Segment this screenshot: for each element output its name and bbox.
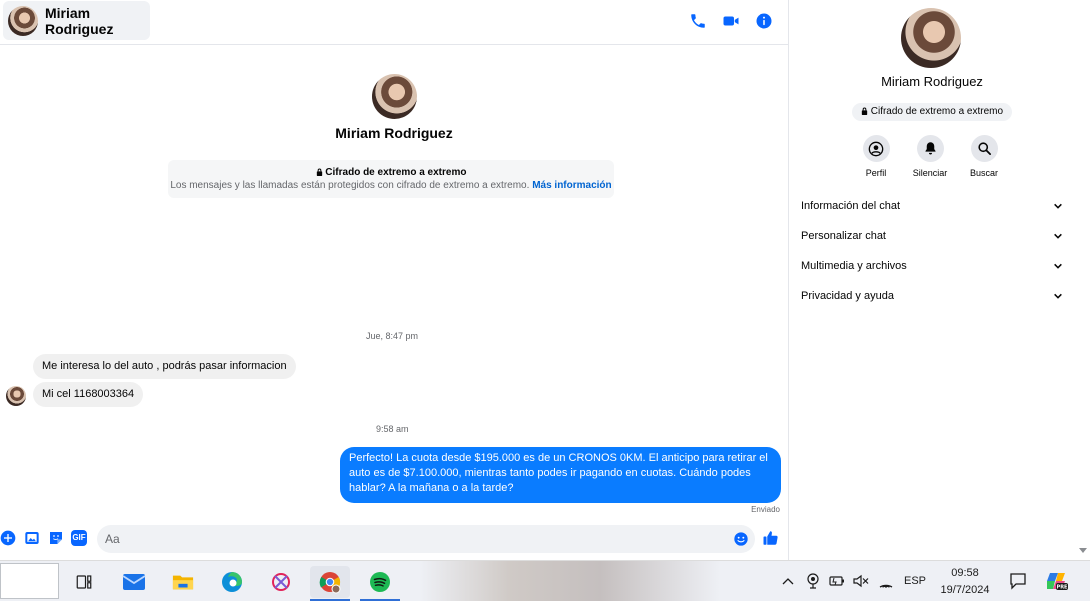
message-status: Enviado (751, 505, 780, 514)
taskbar-search-box[interactable] (0, 563, 59, 599)
photo-icon[interactable] (24, 530, 40, 546)
snipping-tool-button[interactable] (261, 566, 301, 598)
file-explorer-icon (172, 575, 194, 590)
info-icon[interactable] (755, 12, 773, 30)
intro-contact-name: Miriam Rodriguez (335, 125, 453, 141)
bell-icon (925, 142, 935, 155)
chrome-browser-button[interactable] (310, 566, 350, 601)
file-explorer-button[interactable] (163, 566, 203, 598)
speaker-muted-icon[interactable] (853, 574, 869, 588)
incoming-message[interactable]: Mi cel 1168003364 (33, 382, 144, 407)
search-action[interactable]: Buscar (957, 135, 1011, 178)
person-circle-icon (868, 141, 884, 156)
intro-avatar[interactable] (371, 74, 417, 119)
more-info-link[interactable]: Más información (532, 180, 611, 191)
header-contact-name: Miriam Rodriguez (45, 4, 114, 37)
message-input[interactable] (97, 525, 755, 553)
profile-action[interactable]: Perfil (849, 135, 903, 178)
edge-browser-button[interactable] (212, 566, 252, 598)
search-icon (977, 142, 991, 155)
search-action-label: Buscar (969, 168, 998, 178)
encryption-badge[interactable]: Cifrado de extremo a extremo (852, 103, 1012, 121)
encryption-notice-title: Cifrado de extremo a extremo (168, 167, 614, 178)
chat-column: Miriam Rodriguez Miriam Rodriguez Cifrad… (0, 0, 788, 560)
wifi-icon[interactable] (878, 574, 894, 588)
chevron-down-icon (1054, 203, 1062, 209)
video-call-icon[interactable] (722, 12, 740, 30)
section-label: Multimedia y archivos (801, 260, 907, 272)
encryption-notice: Cifrado de extremo a extremo Los mensaje… (168, 160, 614, 198)
details-avatar[interactable] (901, 8, 961, 68)
sticker-icon[interactable] (48, 530, 64, 546)
encryption-description-text: Los mensajes y las llamadas están proteg… (170, 180, 530, 191)
profile-action-circle (862, 135, 890, 162)
spotify-icon (370, 572, 390, 592)
chevron-down-icon (1054, 233, 1062, 239)
battery-icon[interactable] (829, 575, 845, 587)
task-view-button[interactable] (64, 566, 104, 598)
search-action-circle (970, 135, 998, 162)
edge-icon (222, 572, 242, 592)
lock-icon (316, 168, 322, 176)
sender-avatar[interactable] (6, 386, 26, 406)
section-media-files[interactable]: Multimedia y archivos (801, 256, 1063, 276)
taskbar: ESP 09:58 19/7/2024 PRE (0, 560, 1090, 601)
contact-avatar (8, 5, 38, 36)
mail-icon (122, 574, 146, 590)
thumbs-up-icon[interactable] (762, 529, 780, 547)
mail-app-button[interactable] (114, 566, 154, 598)
taskbar-wallpaper (420, 561, 720, 601)
language-indicator[interactable]: ESP (904, 575, 926, 587)
encryption-title-text: Cifrado de extremo a extremo (325, 167, 467, 178)
timestamp: Jue, 8:47 pm (366, 331, 419, 341)
section-customize-chat[interactable]: Personalizar chat (801, 226, 1063, 246)
chevron-down-icon (1054, 263, 1062, 269)
section-label: Personalizar chat (801, 230, 886, 242)
notifications-icon[interactable] (1009, 572, 1027, 590)
mute-action-label: Silenciar (912, 168, 948, 178)
section-label: Información del chat (801, 200, 901, 212)
gif-icon[interactable]: GIF (71, 530, 87, 546)
mute-action-circle (916, 135, 944, 162)
copilot-pre-badge: PRE (1057, 585, 1069, 591)
mute-action[interactable]: Silenciar (903, 135, 957, 178)
chevron-up-icon[interactable] (782, 576, 794, 586)
clock-time: 09:58 (951, 567, 979, 579)
outgoing-message[interactable]: Perfecto! La cuota desde $195.000 es de … (340, 447, 781, 503)
scroll-down-arrow[interactable] (1079, 548, 1087, 553)
header-contact-button[interactable]: Miriam Rodriguez (3, 1, 150, 40)
snipping-tool-icon (272, 573, 290, 591)
incoming-message[interactable]: Me interesa lo del auto , podrás pasar i… (33, 354, 296, 379)
emoji-icon[interactable] (733, 531, 749, 547)
phone-call-icon[interactable] (689, 12, 707, 30)
details-contact-name: Miriam Rodriguez (881, 74, 983, 89)
message-composer: GIF (0, 524, 788, 554)
clock-date: 19/7/2024 (940, 584, 990, 596)
plus-circle-icon[interactable] (0, 530, 16, 546)
section-chat-info[interactable]: Información del chat (801, 196, 1063, 216)
chevron-down-icon (1054, 293, 1062, 299)
encryption-description: Los mensajes y las llamadas están proteg… (168, 180, 614, 191)
profile-action-label: Perfil (865, 168, 887, 178)
conversation-intro: Miriam Rodriguez (0, 74, 788, 141)
lock-icon (861, 107, 868, 115)
webcam-icon[interactable] (806, 573, 820, 589)
section-privacy-help[interactable]: Privacidad y ayuda (801, 286, 1063, 306)
chat-details-panel: Miriam Rodriguez Cifrado de extremo a ex… (788, 0, 1090, 560)
spotify-button[interactable] (360, 566, 400, 601)
chat-header: Miriam Rodriguez (0, 0, 788, 45)
timestamp: 9:58 am (376, 424, 409, 434)
task-view-icon (76, 575, 92, 589)
taskbar-clock[interactable]: 09:58 19/7/2024 (934, 565, 996, 599)
copilot-icon[interactable]: PRE (1045, 570, 1069, 592)
chrome-icon (319, 572, 341, 594)
encryption-badge-text: Cifrado de extremo a extremo (870, 106, 1004, 117)
section-label: Privacidad y ayuda (801, 290, 894, 302)
